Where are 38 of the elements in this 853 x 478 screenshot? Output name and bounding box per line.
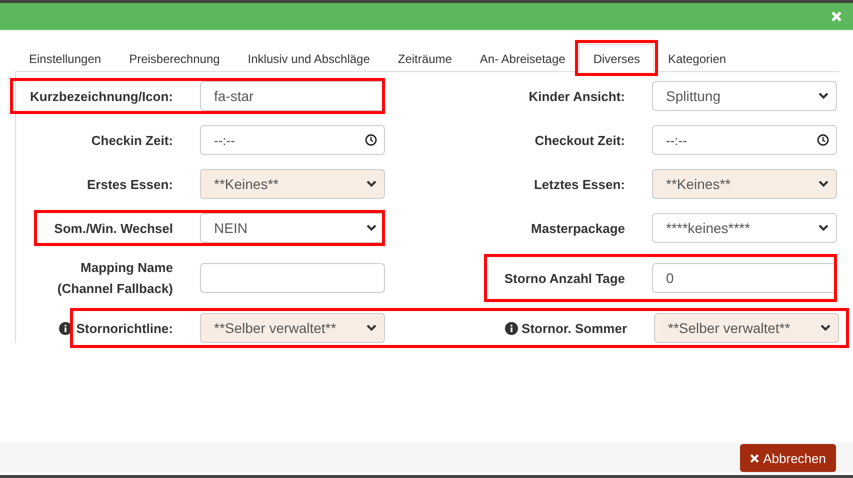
close-icon[interactable] (831, 11, 842, 22)
chevron-down-icon (818, 180, 829, 188)
chevron-down-icon (366, 180, 377, 188)
time-field[interactable]: --:-- (200, 125, 385, 155)
field-label: Masterpackage (531, 220, 625, 238)
field-label: Stornor. Sommer (522, 320, 627, 338)
chevron-down-icon (366, 324, 377, 332)
field-label: Storno Anzahl Tage (504, 270, 625, 288)
tab[interactable]: Inklusiv und Abschläge (234, 44, 384, 72)
tab[interactable]: Preisberechnung (115, 44, 234, 72)
clock-icon (365, 134, 377, 146)
chevron-down-icon (820, 324, 831, 332)
text-field[interactable] (200, 263, 385, 293)
tab[interactable]: Einstellungen (15, 44, 116, 72)
tab[interactable]: An- Abreisetage (466, 44, 580, 72)
field-label: Erstes Essen: (87, 176, 173, 194)
field-label: Checkin Zeit: (91, 132, 173, 150)
tab[interactable]: Kategorien (654, 44, 740, 72)
chevron-down-icon (818, 92, 829, 100)
chevron-down-icon (366, 224, 377, 232)
text-field[interactable]: fa-star (200, 81, 385, 111)
field-label: Stornorichtline: (76, 320, 173, 338)
text-field[interactable]: 0 (652, 263, 837, 293)
field-label: Som./Win. Wechsel (54, 220, 173, 238)
select-field[interactable]: NEIN (200, 213, 385, 243)
field-label: Kinder Ansicht: (528, 88, 625, 106)
select-field[interactable]: ****keines**** (652, 213, 837, 243)
field-label: Kurzbezeichnung/Icon: (30, 88, 173, 106)
field-label: Letztes Essen: (534, 176, 625, 194)
select-field[interactable]: Splittung (652, 81, 837, 111)
tab[interactable]: Zeiträume (384, 44, 466, 72)
chevron-down-icon (818, 224, 829, 232)
close-icon (750, 454, 760, 462)
field-label: Checkout Zeit: (534, 132, 625, 150)
field-label: Mapping Name (Channel Fallback) (56, 259, 173, 298)
time-field[interactable]: --:-- (652, 125, 837, 155)
clock-icon (817, 134, 829, 146)
cancel-button[interactable]: Abbrechen (740, 444, 836, 472)
